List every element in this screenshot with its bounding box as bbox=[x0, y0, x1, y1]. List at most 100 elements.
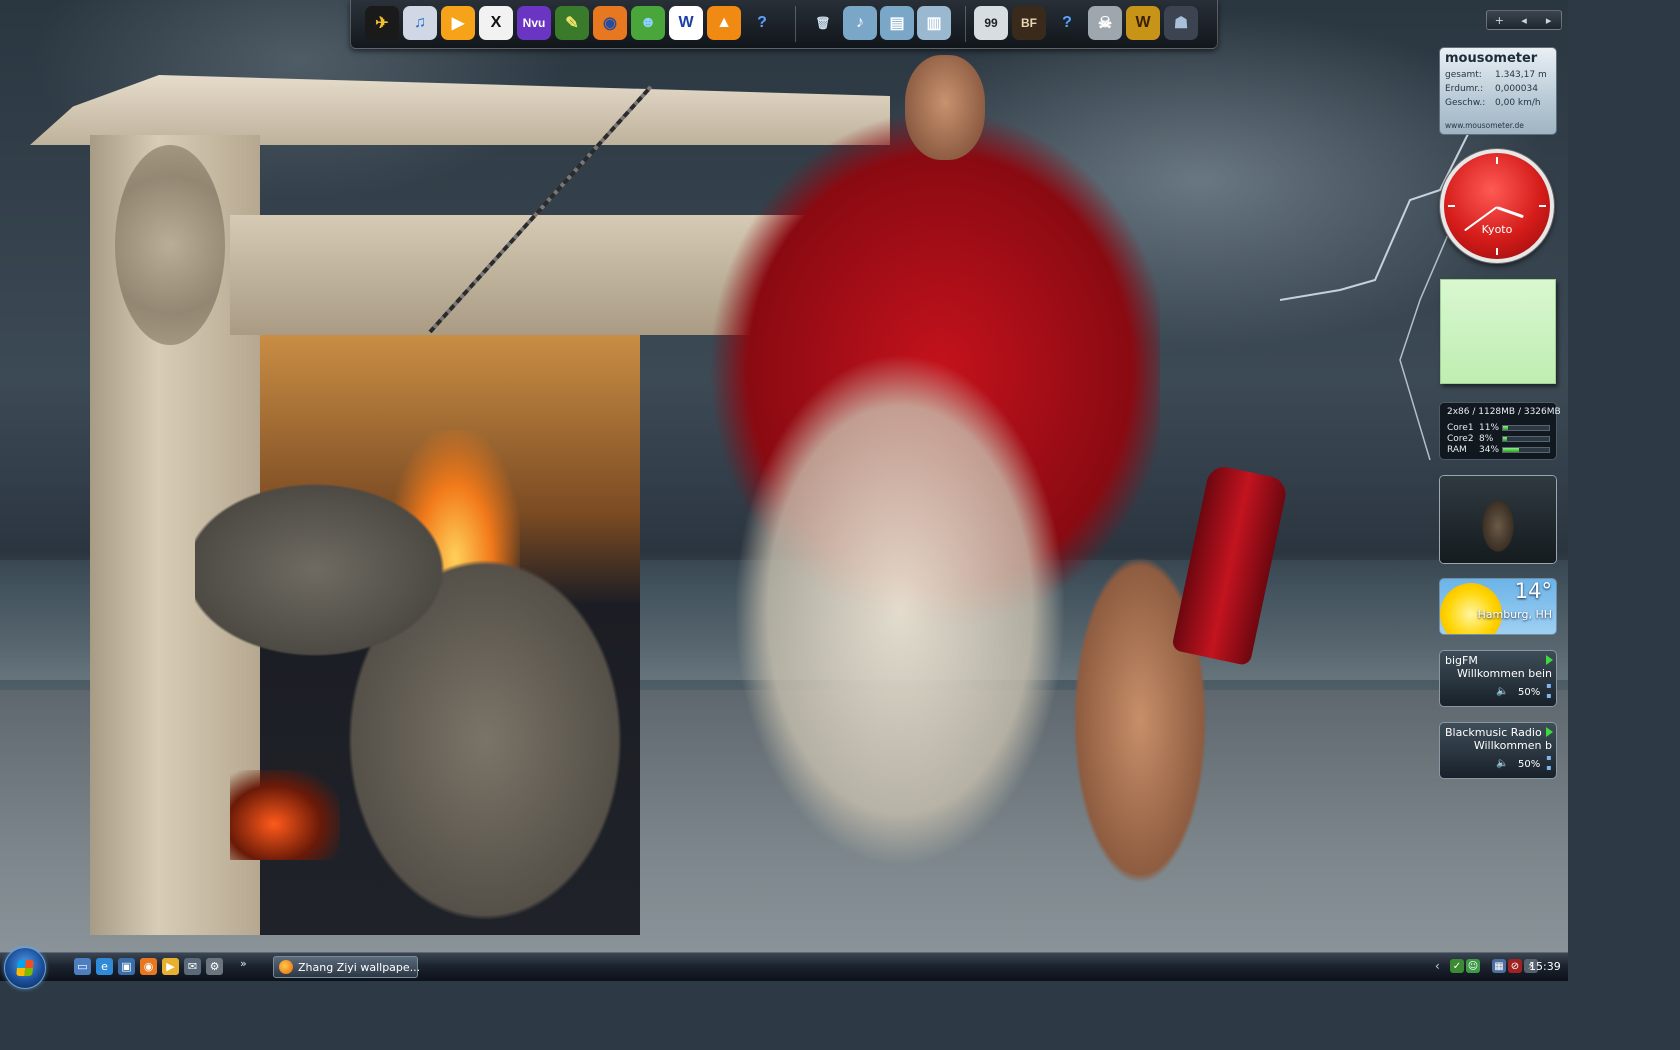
network-tray-icon[interactable]: ▦ bbox=[1492, 959, 1506, 973]
99-monitor-icon[interactable]: 99 bbox=[974, 6, 1008, 40]
cpu-row-ram: RAM 34% bbox=[1447, 445, 1499, 455]
mousometer-value: 0,000034 bbox=[1495, 84, 1538, 94]
internet-explorer-icon[interactable]: e bbox=[96, 958, 113, 975]
recycle-bin-icon[interactable]: 🗑 bbox=[806, 6, 840, 40]
mousometer-label: Erdumr.: bbox=[1445, 84, 1484, 94]
settings-quick-icon[interactable]: ⚙ bbox=[206, 958, 223, 975]
jet-launcher-icon[interactable]: ✈ bbox=[365, 6, 399, 40]
radio-message: Willkommen bein bbox=[1457, 667, 1552, 680]
windows-flag-icon bbox=[16, 960, 34, 976]
clock-gadget[interactable]: Kyoto bbox=[1440, 149, 1554, 263]
sidebar-next-button[interactable]: ▸ bbox=[1536, 14, 1561, 27]
windows-logo-icon: ▪ ▪ bbox=[1546, 681, 1552, 700]
cpu-core2-bar bbox=[1502, 436, 1550, 442]
web-tool-icon[interactable]: ✎ bbox=[555, 6, 589, 40]
crysis-icon[interactable]: ☠ bbox=[1088, 6, 1122, 40]
help-icon-2[interactable]: ? bbox=[1050, 6, 1084, 40]
radio-gadget-bigfm[interactable]: bigFM Willkommen bein 🔈 50% ▪ ▪ bbox=[1439, 650, 1557, 707]
speaker-icon[interactable]: 🔈 bbox=[1496, 758, 1508, 769]
radio-station-name: Blackmusic Radio bbox=[1445, 726, 1542, 739]
radio-volume: 50% bbox=[1518, 687, 1541, 698]
slideshow-image bbox=[1440, 476, 1556, 563]
speaker-icon[interactable]: 🔈 bbox=[1496, 686, 1508, 697]
dock-separator bbox=[795, 6, 796, 42]
cpu-row-label: RAM bbox=[1447, 445, 1467, 455]
ram-bar bbox=[1502, 447, 1550, 453]
cpu-row-percent: 11% bbox=[1479, 423, 1500, 433]
files-folder-icon[interactable]: ▥ bbox=[917, 6, 951, 40]
cpu-row-percent: 8% bbox=[1479, 434, 1494, 444]
mousometer-gadget[interactable]: mousometer gesamt: 1.343,17 m Erdumr.: 0… bbox=[1439, 47, 1557, 135]
mousometer-link[interactable]: www.mousometer.de bbox=[1445, 121, 1524, 130]
firefox-quick-icon[interactable]: ◉ bbox=[140, 958, 157, 975]
mousometer-label: gesamt: bbox=[1445, 70, 1482, 80]
itunes-icon[interactable]: ♫ bbox=[403, 6, 437, 40]
cpu-row-label: Core1 bbox=[1447, 423, 1474, 433]
clock-city: Kyoto bbox=[1481, 223, 1513, 236]
vlc-icon[interactable]: ▲ bbox=[707, 6, 741, 40]
play-icon[interactable] bbox=[1546, 655, 1553, 665]
taskbar-window-title: Zhang Ziyi wallpape... bbox=[298, 961, 421, 974]
taskbar-window-button[interactable]: Zhang Ziyi wallpape... bbox=[273, 956, 421, 978]
mousometer-row-speed: Geschw.: 0,00 km/h bbox=[1445, 98, 1541, 108]
cpu-row-core2: Core2 8% bbox=[1447, 434, 1493, 444]
tray-expand-button[interactable]: ‹ bbox=[1435, 959, 1440, 973]
nvu-icon[interactable]: Nvu bbox=[517, 6, 551, 40]
help-icon[interactable]: ? bbox=[745, 6, 779, 40]
mousometer-label: Geschw.: bbox=[1445, 98, 1486, 108]
mousometer-row-earth: Erdumr.: 0,000034 bbox=[1445, 84, 1538, 94]
start-button[interactable] bbox=[4, 947, 46, 989]
cpu-row-label: Core2 bbox=[1447, 434, 1474, 444]
mousometer-row-total: gesamt: 1.343,17 m bbox=[1445, 70, 1547, 80]
application-dock: ✈ ♫ ▶ X Nvu ✎ ◉ ☻ W ▲? 🗑 ♪ ▤ ▥ 99 BF? ☠ W ☗ bbox=[350, 0, 1218, 49]
add-gadget-button[interactable]: + bbox=[1487, 14, 1512, 27]
radio-station-name: bigFM bbox=[1445, 654, 1478, 667]
mousometer-value: 0,00 km/h bbox=[1495, 98, 1541, 108]
wallpaper-face bbox=[905, 55, 985, 160]
wallpaper-wolf-dog bbox=[195, 480, 635, 950]
documents-folder-icon[interactable]: ▤ bbox=[880, 6, 914, 40]
messenger-icon[interactable]: ☻ bbox=[631, 6, 665, 40]
cpu-meter-gadget[interactable]: 2x86 / 1128MB / 3326MB Core1 11% Core2 8… bbox=[1439, 402, 1561, 460]
taskbar-clock[interactable]: 15:39 bbox=[1529, 960, 1561, 973]
taskbar: ▭ e ▣ ◉ ▶ ✉ ⚙ » Zhang Ziyi wallpape... ‹ ✓ ☺ ▦ ⊘ ⚡… bbox=[0, 947, 1568, 989]
sticky-note-gadget[interactable] bbox=[1440, 279, 1556, 384]
sidebar-controls: + ◂ ▸ bbox=[1486, 10, 1562, 30]
warcraft-hero-icon[interactable]: ☗ bbox=[1164, 6, 1198, 40]
volume-muted-tray-icon[interactable]: ⊘ bbox=[1508, 959, 1522, 973]
mousometer-value: 1.343,17 m bbox=[1495, 70, 1547, 80]
clock-hour-hand bbox=[1496, 206, 1524, 219]
cpu-core1-bar bbox=[1502, 425, 1550, 431]
network-people-tray-icon[interactable]: ☺ bbox=[1466, 959, 1480, 973]
cpu-row-core1: Core1 11% bbox=[1447, 423, 1499, 433]
show-desktop-icon[interactable]: ▭ bbox=[74, 958, 91, 975]
quick-launch-more-button[interactable]: » bbox=[240, 957, 247, 970]
warcraft-icon[interactable]: W bbox=[1126, 6, 1160, 40]
mail-quick-icon[interactable]: ✉ bbox=[184, 958, 201, 975]
cpu-meter-header: 2x86 / 1128MB / 3326MB bbox=[1447, 407, 1561, 417]
weather-gadget[interactable]: 14° Hamburg, HH bbox=[1439, 578, 1557, 635]
xfire-icon[interactable]: X bbox=[479, 6, 513, 40]
radio-gadget-blackmusic[interactable]: Blackmusic Radio Willkommen b 🔈 50% ▪ ▪ bbox=[1439, 722, 1557, 779]
play-icon[interactable] bbox=[1546, 727, 1553, 737]
firefox-icon bbox=[279, 960, 293, 974]
security-tray-icon[interactable]: ✓ bbox=[1450, 959, 1464, 973]
word-icon[interactable]: W bbox=[669, 6, 703, 40]
media-player-icon[interactable]: ▶ bbox=[441, 6, 475, 40]
mousometer-title: mousometer bbox=[1445, 51, 1538, 66]
weather-location: Hamburg, HH bbox=[1477, 608, 1552, 621]
battlefield-icon[interactable]: BF bbox=[1012, 6, 1046, 40]
folder-quick-icon[interactable]: ▶ bbox=[162, 958, 179, 975]
weather-temperature: 14° bbox=[1514, 579, 1552, 603]
windows-logo-icon: ▪ ▪ bbox=[1546, 753, 1552, 772]
switch-windows-icon[interactable]: ▣ bbox=[118, 958, 135, 975]
music-folder-icon[interactable]: ♪ bbox=[843, 6, 877, 40]
dock-separator bbox=[965, 6, 966, 42]
cpu-row-percent: 34% bbox=[1479, 445, 1500, 455]
slideshow-gadget[interactable] bbox=[1439, 475, 1557, 564]
desktop-wallpaper bbox=[0, 0, 1568, 952]
radio-volume: 50% bbox=[1518, 759, 1541, 770]
sidebar-prev-button[interactable]: ◂ bbox=[1512, 14, 1537, 27]
firefox-icon[interactable]: ◉ bbox=[593, 6, 627, 40]
radio-message: Willkommen b bbox=[1473, 739, 1552, 752]
